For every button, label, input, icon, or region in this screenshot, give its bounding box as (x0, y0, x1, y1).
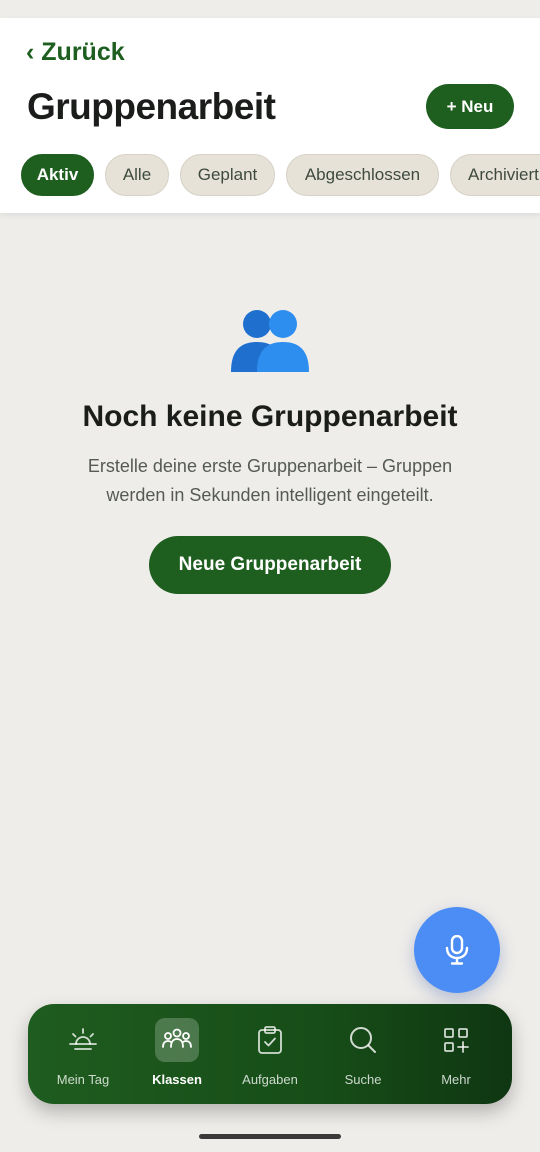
nav-label: Mein Tag (56, 1072, 110, 1087)
nav-item-klassen[interactable]: Klassen (132, 1018, 222, 1094)
empty-state-title: Noch keine Gruppenarbeit (82, 400, 458, 433)
nav-icon-container (341, 1018, 385, 1062)
sunrise-icon (69, 1028, 97, 1050)
grid-plus-icon (444, 1028, 469, 1053)
group-icon (162, 1028, 192, 1048)
nav-label: Mehr (441, 1072, 471, 1087)
nav-label: Aufgaben (242, 1072, 298, 1087)
clipboard-check-icon (258, 1026, 282, 1054)
home-indicator[interactable] (199, 1134, 341, 1139)
tab-abgeschlossen[interactable]: Abgeschlossen (286, 154, 439, 196)
voice-input-button[interactable] (414, 907, 500, 993)
microphone-icon (445, 935, 469, 965)
tab-archiviert[interactable]: Archiviert (450, 154, 540, 196)
nav-icon-container (248, 1018, 292, 1062)
filter-tabs: Aktiv Alle Geplant Abgeschlossen Archivi… (21, 154, 540, 196)
nav-item-suche[interactable]: Suche (318, 1018, 408, 1094)
people-icon (231, 310, 309, 372)
nav-item-aufgaben[interactable]: Aufgaben (225, 1018, 315, 1094)
new-group-work-button[interactable]: Neue Gruppenarbeit (149, 536, 391, 594)
header: ‹ Zurück Gruppenarbeit + Neu Aktiv Alle … (0, 18, 540, 213)
nav-icon-container (434, 1018, 478, 1062)
tab-aktiv[interactable]: Aktiv (21, 154, 94, 196)
screen: ‹ Zurück Gruppenarbeit + Neu Aktiv Alle … (0, 0, 540, 1152)
page-title: Gruppenarbeit (27, 86, 276, 127)
nav-icon-container (155, 1018, 199, 1062)
nav-item-mehr[interactable]: Mehr (411, 1018, 501, 1094)
nav-label: Suche (344, 1072, 382, 1087)
tab-alle[interactable]: Alle (105, 154, 169, 196)
bottom-navigation: Mein Tag Klassen Aufgaben Suche Mehr (28, 1004, 512, 1104)
new-button[interactable]: + Neu (426, 84, 514, 129)
nav-label: Klassen (152, 1072, 202, 1087)
tab-geplant[interactable]: Geplant (180, 154, 275, 196)
nav-item-mein-tag[interactable]: Mein Tag (38, 1018, 128, 1094)
empty-state-description: Erstelle deine erste Gruppenarbeit – Gru… (87, 456, 453, 505)
search-icon (350, 1027, 376, 1053)
back-button[interactable]: ‹ Zurück (26, 38, 125, 67)
nav-icon-container (61, 1018, 105, 1062)
